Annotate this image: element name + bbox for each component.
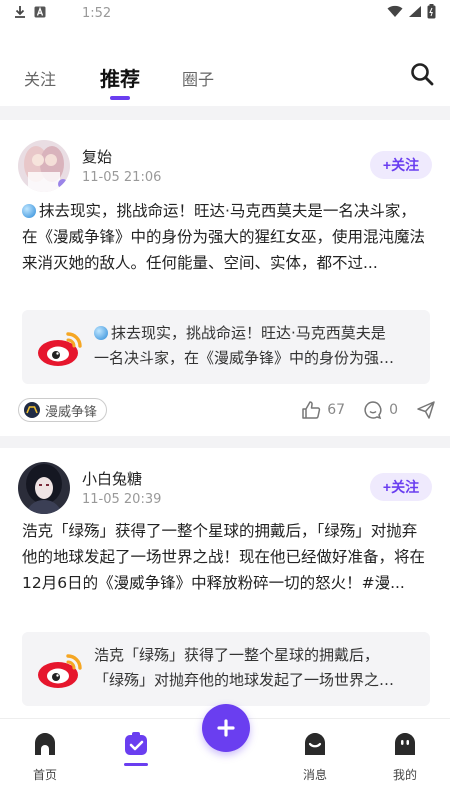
wifi-icon — [387, 5, 403, 22]
search-button[interactable] — [410, 62, 436, 88]
post-username[interactable]: 小白兔糖 — [82, 468, 142, 489]
weibo-logo-icon — [38, 654, 82, 688]
battery-icon — [427, 3, 436, 23]
search-icon — [411, 63, 434, 86]
post-card[interactable]: 小白兔糖 11-05 20:39 +关注 浩克「绿殇」获得了一整个星球的拥戴后，… — [0, 448, 450, 718]
post-time: 11-05 21:06 — [82, 170, 162, 185]
check-square-icon — [125, 732, 147, 755]
emoji-ball-icon — [22, 204, 36, 218]
active-nav-indicator — [124, 763, 148, 766]
emoji-ball-icon — [94, 326, 108, 340]
like-button[interactable]: 67 — [301, 400, 345, 420]
like-count: 67 — [327, 402, 346, 418]
follow-button[interactable]: +关注 — [370, 473, 432, 501]
weibo-share-card[interactable]: 抹去现实，挑战命运！旺达·马克西莫夫是 一名决斗家，在《漫威争锋》中的身份为强… — [22, 310, 430, 384]
comment-icon — [364, 401, 382, 420]
weibo-share-card[interactable]: 浩克「绿殇」获得了一整个星球的拥戴后， 「绿殇」对抛弃他的地球发起了一场世界之… — [22, 632, 430, 706]
comment-count: 0 — [389, 402, 398, 418]
post-username[interactable]: 复始 — [82, 146, 112, 167]
share-arrow-icon — [417, 401, 435, 419]
post-content[interactable]: 抹去现实，挑战命运！旺达·马克西莫夫是一名决斗家，在《漫威争锋》中的身份为强大的… — [22, 198, 430, 302]
share-button[interactable] — [416, 400, 436, 420]
nav-home-label: 首页 — [32, 768, 57, 782]
share-text: 抹去现实，挑战命运！旺达·马克西莫夫是 一名决斗家，在《漫威争锋》中的身份为强… — [94, 324, 395, 367]
download-icon — [14, 5, 26, 21]
cellular-signal-icon — [408, 5, 422, 22]
tab-follow[interactable]: 关注 — [24, 66, 56, 90]
nav-community[interactable] — [106, 731, 166, 766]
nav-profile[interactable]: 我的 — [375, 731, 435, 783]
topic-tag[interactable]: 漫威争锋 — [18, 398, 108, 422]
tab-recommend[interactable]: 推荐 — [100, 63, 140, 92]
weibo-logo-icon — [38, 332, 82, 366]
message-icon — [305, 733, 325, 755]
active-tab-indicator — [110, 96, 130, 100]
tab-circle[interactable]: 圈子 — [182, 66, 214, 90]
nav-messages[interactable]: 消息 — [285, 731, 345, 783]
feed-divider — [0, 436, 450, 448]
post-actions: 67 0 — [287, 400, 436, 420]
status-bar: 1:52 — [0, 0, 450, 26]
topic-logo-icon — [24, 402, 40, 418]
post-card[interactable]: 复始 11-05 21:06 +关注 抹去现实，挑战命运！旺达·马克西莫夫是一名… — [0, 120, 450, 436]
status-time: 1:52 — [82, 5, 112, 21]
nav-messages-label: 消息 — [302, 768, 327, 782]
top-tab-bar: 关注 推荐 圈子 — [0, 26, 450, 106]
avatar[interactable] — [18, 140, 70, 192]
avatar[interactable] — [18, 462, 70, 514]
create-post-button[interactable] — [202, 704, 250, 752]
nav-home[interactable]: 首页 — [15, 731, 75, 783]
profile-icon — [395, 733, 415, 755]
nav-profile-label: 我的 — [392, 768, 417, 782]
plus-icon — [217, 719, 235, 737]
post-time: 11-05 20:39 — [82, 492, 162, 507]
post-content[interactable]: 浩克「绿殇」获得了一整个星球的拥戴后，「绿殇」对抛弃他的地球发起了一场世界之战！… — [22, 518, 430, 622]
topic-label: 漫威争锋 — [45, 404, 98, 420]
thumbs-up-icon — [302, 401, 321, 419]
comment-button[interactable]: 0 — [363, 400, 398, 420]
follow-button[interactable]: +关注 — [370, 151, 432, 179]
share-text: 浩克「绿殇」获得了一整个星球的拥戴后， 「绿殇」对抛弃他的地球发起了一场世界之… — [94, 646, 395, 689]
feed-divider — [0, 106, 450, 120]
home-icon — [35, 733, 55, 755]
notification-a-icon — [34, 6, 46, 21]
